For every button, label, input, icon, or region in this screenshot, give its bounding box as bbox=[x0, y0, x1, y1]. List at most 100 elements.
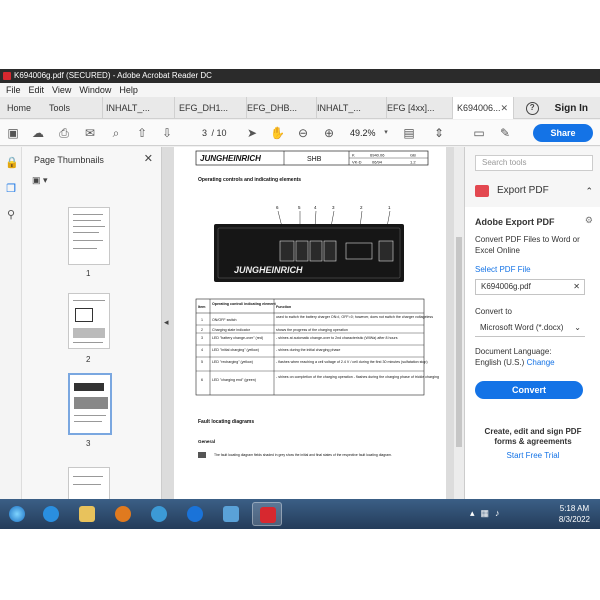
table-row-1-function: used to switch the battery charger ON=I,… bbox=[276, 315, 433, 319]
page-view-icon[interactable]: ▤ bbox=[402, 126, 416, 140]
document-scrollbar[interactable] bbox=[454, 147, 464, 499]
search-tools-input[interactable]: Search tools bbox=[475, 155, 593, 171]
zoom-dropdown-icon[interactable]: ▾ bbox=[382, 126, 390, 140]
table-row-5-item: 5 bbox=[201, 360, 203, 364]
table-row-3-item: 3 bbox=[201, 336, 203, 340]
close-tab-icon[interactable]: ✕ bbox=[500, 97, 508, 119]
export-pdf-header[interactable]: Export PDF ⌃ bbox=[475, 183, 593, 199]
tray-network-icon[interactable]: ▦ bbox=[481, 508, 490, 519]
menu-file[interactable]: File bbox=[0, 83, 25, 97]
sign-in-button[interactable]: Sign In bbox=[555, 103, 588, 114]
table-row-2-function: shows the progress of the charging opera… bbox=[276, 328, 348, 332]
format-dropdown-icon[interactable]: ⌄ bbox=[574, 321, 581, 335]
app-icon[interactable] bbox=[144, 502, 174, 526]
select-tool-icon[interactable]: ➤ bbox=[245, 126, 259, 140]
sign-pen-icon[interactable]: ✎ bbox=[498, 126, 512, 140]
tab-doc-2[interactable]: EFG_DH1... bbox=[174, 97, 246, 119]
convert-button[interactable]: Convert bbox=[475, 381, 583, 399]
share-button[interactable]: Share bbox=[533, 124, 593, 142]
menu-edit[interactable]: Edit bbox=[25, 83, 49, 97]
tab-doc-5[interactable]: EFG [4xx]... bbox=[386, 97, 456, 119]
menu-window[interactable]: Window bbox=[75, 83, 115, 97]
tab-doc-1[interactable]: INHALT_... bbox=[102, 97, 174, 119]
thumbnail-options-icon[interactable]: ▣ ▾ bbox=[32, 175, 56, 187]
help-icon[interactable]: ? bbox=[525, 101, 539, 115]
device-number-2: 2 bbox=[360, 205, 363, 210]
scrolling-mode-icon[interactable]: ⇕ bbox=[432, 126, 446, 140]
tab-tools[interactable]: Tools bbox=[49, 97, 70, 119]
tab-doc-1-label: INHALT_... bbox=[106, 103, 150, 113]
clock-date: 8/3/2022 bbox=[558, 515, 590, 524]
system-clock[interactable]: 5:18 AM 8/3/2022 bbox=[559, 503, 590, 525]
tab-doc-4[interactable]: INHALT_... bbox=[316, 97, 386, 119]
page-number-input[interactable]: 3 bbox=[183, 125, 209, 141]
document-viewport[interactable]: ◂ JUNGHEINRICH SHB K 6940.06 GB VK-D 06/… bbox=[162, 147, 464, 499]
tab-doc-6-label: K694006... bbox=[457, 103, 501, 113]
zoom-in-icon[interactable]: ⊕ bbox=[322, 126, 336, 140]
remove-file-icon[interactable]: ✕ bbox=[573, 280, 580, 294]
header-lang: GB bbox=[410, 153, 416, 158]
thumbnails-title: Page Thumbnails bbox=[34, 155, 104, 165]
attachments-icon[interactable]: ⚲ bbox=[5, 209, 17, 221]
header-doc-no: 6940.06 bbox=[370, 153, 385, 158]
file-explorer-icon[interactable] bbox=[72, 502, 102, 526]
thumbnail-page-2[interactable] bbox=[68, 293, 110, 349]
save-icon[interactable]: ▣ bbox=[6, 126, 20, 140]
media-player-icon[interactable] bbox=[108, 502, 138, 526]
start-trial-link[interactable]: Start Free Trial bbox=[475, 451, 591, 460]
change-language-link[interactable]: Change bbox=[527, 358, 555, 367]
tab-home[interactable]: Home bbox=[7, 97, 31, 119]
page-content: JUNGHEINRICH SHB K 6940.06 GB VK-D 06/94… bbox=[195, 150, 439, 458]
thumbnail-page-1[interactable] bbox=[68, 207, 110, 265]
device-number-3: 3 bbox=[332, 205, 335, 210]
tab-doc-6[interactable]: K694006... ✕ bbox=[452, 97, 514, 119]
menu-help[interactable]: Help bbox=[115, 83, 142, 97]
acrobat-icon bbox=[3, 72, 11, 80]
internet-explorer-icon[interactable] bbox=[36, 502, 66, 526]
thumbnail-page-3[interactable] bbox=[68, 373, 112, 435]
tray-arrow-icon[interactable]: ▴ bbox=[470, 508, 475, 519]
hand-tool-icon[interactable]: ✋ bbox=[270, 126, 285, 140]
upload-cloud-icon[interactable]: ☁ bbox=[31, 126, 45, 140]
doc-language-value: English (U.S.) bbox=[475, 358, 525, 367]
collapse-chevron-icon[interactable]: ⌃ bbox=[585, 183, 593, 199]
lock-icon[interactable]: 🔒 bbox=[5, 157, 19, 169]
section-heading: Operating controls and indicating elemen… bbox=[198, 177, 301, 183]
table-row-6-control: LED "charging end" (green) bbox=[212, 378, 256, 382]
tab-doc-3[interactable]: EFG_DHB... bbox=[246, 97, 316, 119]
search-icon[interactable]: ⌕ bbox=[109, 126, 123, 140]
next-page-icon[interactable]: ⇩ bbox=[160, 126, 174, 140]
format-select[interactable]: Microsoft Word (*.docx) ⌄ bbox=[475, 321, 585, 337]
selected-file-field[interactable]: K694006g.pdf ✕ bbox=[475, 279, 585, 295]
zoom-out-icon[interactable]: ⊖ bbox=[296, 126, 310, 140]
select-pdf-link[interactable]: Select PDF File bbox=[475, 265, 531, 274]
tab-doc-4-label: INHALT_... bbox=[317, 103, 361, 113]
export-pdf-icon bbox=[475, 185, 489, 197]
network-app-icon[interactable] bbox=[216, 502, 246, 526]
table-header-function: Function bbox=[276, 305, 291, 309]
acrobat-taskbar-icon[interactable] bbox=[252, 502, 282, 526]
teamviewer-icon[interactable] bbox=[180, 502, 210, 526]
table-row-3-control: LED "battery change-over" (red) bbox=[212, 336, 263, 340]
page-thumbnails-icon[interactable]: ❐ bbox=[5, 183, 17, 195]
email-icon[interactable]: ✉ bbox=[83, 126, 97, 140]
start-button[interactable] bbox=[2, 502, 32, 526]
header-date: 06/94 bbox=[372, 160, 383, 165]
document-scroll-thumb[interactable] bbox=[456, 237, 462, 447]
selected-file-name: K694006g.pdf bbox=[481, 282, 531, 291]
header-rev: 1.2 bbox=[410, 160, 416, 165]
collapse-left-icon[interactable]: ◂ bbox=[164, 317, 169, 328]
close-panel-icon[interactable]: ✕ bbox=[144, 152, 153, 165]
comment-icon[interactable]: ▭ bbox=[472, 126, 486, 140]
general-text: The fault locating diagram fields shaded… bbox=[214, 453, 392, 457]
tray-volume-icon[interactable]: ♪ bbox=[495, 508, 500, 519]
previous-page-icon[interactable]: ⇧ bbox=[135, 126, 149, 140]
menu-view[interactable]: View bbox=[48, 83, 75, 97]
table-row-5-function: - flashes when reaching a cell voltage o… bbox=[276, 360, 428, 364]
tab-bar: Home Tools INHALT_... EFG_DH1... EFG_DHB… bbox=[0, 97, 600, 119]
export-settings-icon[interactable]: ⚙ bbox=[585, 215, 593, 226]
zoom-level[interactable]: 49.2% bbox=[350, 125, 376, 141]
table-row-5-control: LED "recharging" (yellow) bbox=[212, 360, 253, 364]
print-icon[interactable]: ⎙ bbox=[57, 126, 71, 140]
export-pdf-title: Export PDF bbox=[497, 185, 549, 196]
